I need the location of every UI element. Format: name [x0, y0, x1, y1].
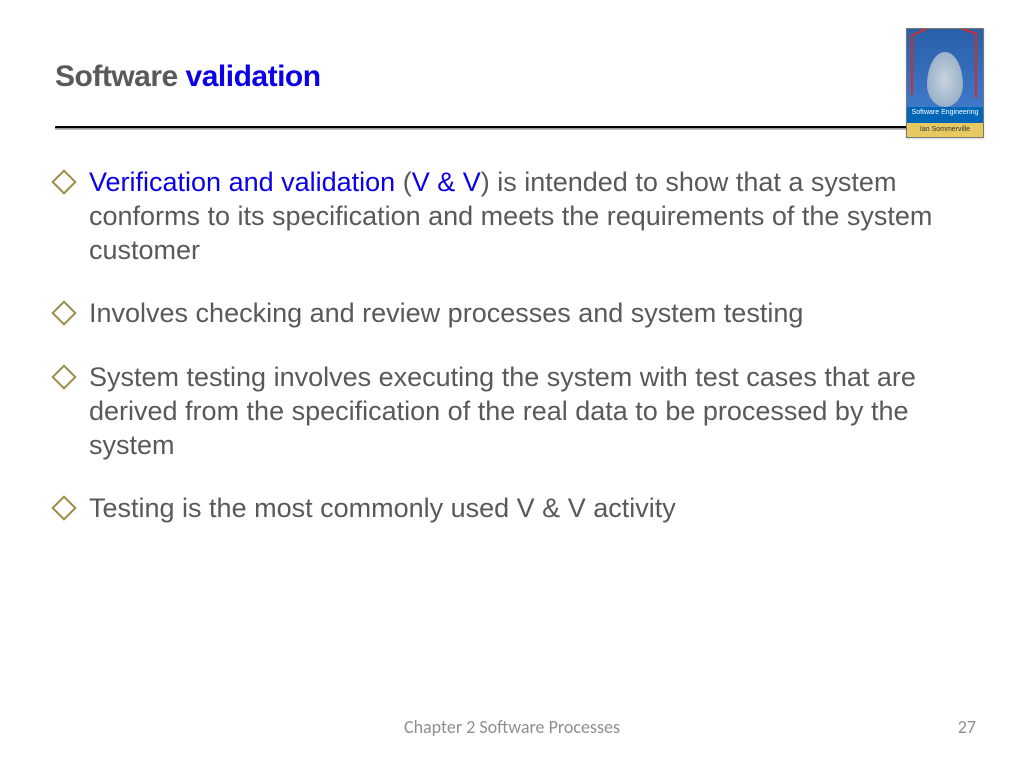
bullet-text-segment: System testing involves executing the sy… — [89, 362, 916, 460]
diamond-bullet-icon — [51, 301, 76, 326]
book-cover-image: Software Engineering Ian Sommerville — [906, 28, 984, 138]
title-part2: validation — [186, 60, 321, 93]
bullet-text: Verification and validation (V & V) is i… — [85, 166, 969, 267]
bullet-text: Testing is the most commonly used V & V … — [85, 492, 969, 526]
book-author: Ian Sommerville — [907, 123, 983, 137]
bullet-text-segment: Testing is the most commonly used V & V … — [89, 493, 676, 523]
bullet-text-segment: Verification and validation — [89, 167, 395, 197]
bullet-text: System testing involves executing the sy… — [85, 361, 969, 462]
bullet-item: System testing involves executing the sy… — [55, 361, 969, 462]
bullet-text: Involves checking and review processes a… — [85, 297, 969, 331]
bullet-text-segment: Involves checking and review processes a… — [89, 298, 803, 328]
header-row: Software validation — [55, 60, 969, 94]
bullet-item: Testing is the most commonly used V & V … — [55, 492, 969, 526]
diamond-bullet-icon — [51, 364, 76, 389]
footer-page-number: 27 — [958, 716, 976, 738]
bullet-item: Verification and validation (V & V) is i… — [55, 166, 969, 267]
slide-title: Software validation — [55, 60, 321, 94]
bullet-text-segment: ( — [395, 167, 412, 197]
bullet-text-segment: V & V — [412, 167, 481, 197]
slide: Software validation Software Engineering… — [0, 0, 1024, 768]
title-divider — [55, 126, 969, 130]
bullet-item: Involves checking and review processes a… — [55, 297, 969, 331]
footer-chapter: Chapter 2 Software Processes — [0, 716, 1024, 738]
title-part1: Software — [55, 60, 186, 93]
diamond-bullet-icon — [51, 169, 76, 194]
book-title: Software Engineering — [907, 107, 983, 123]
diamond-bullet-icon — [51, 496, 76, 521]
slide-body: Verification and validation (V & V) is i… — [55, 166, 969, 526]
